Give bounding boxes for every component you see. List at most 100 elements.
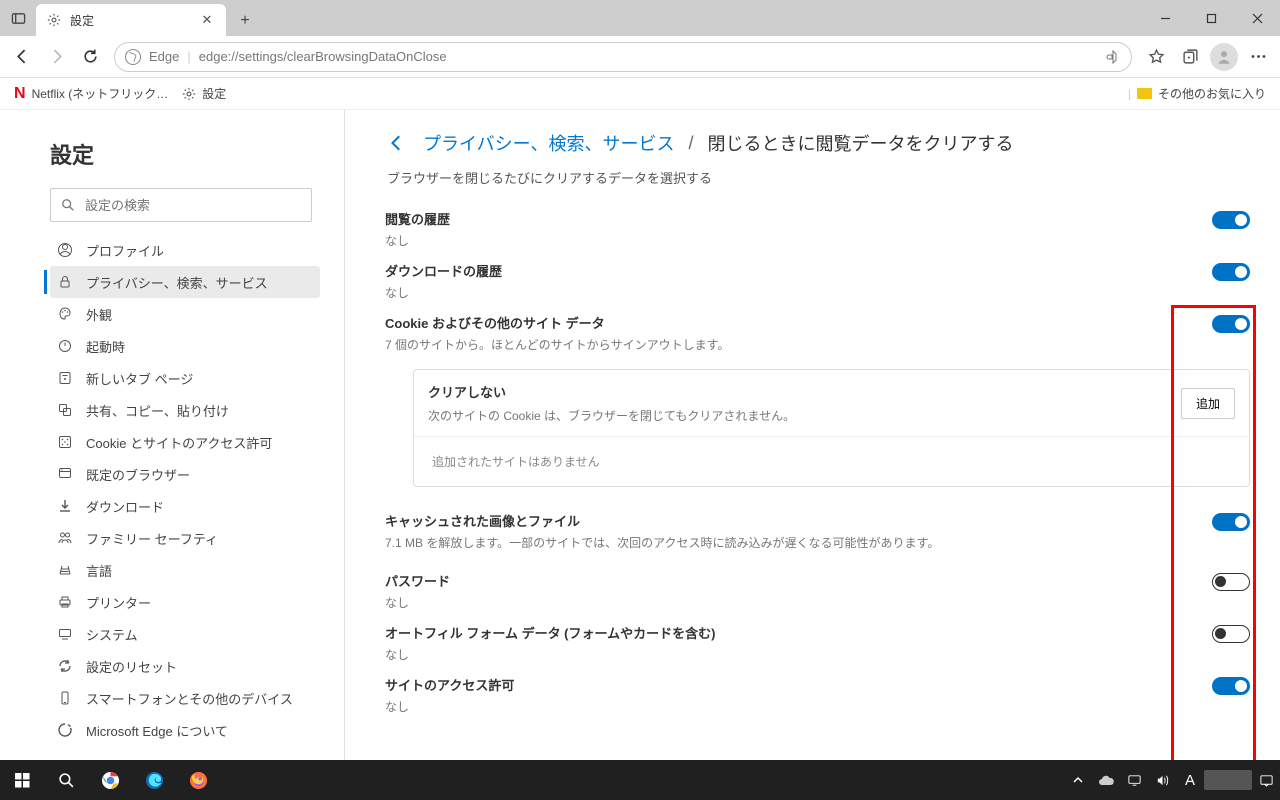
sidebar-icon — [56, 657, 74, 675]
window-titlebar: 設定 ✕ + — [0, 0, 1280, 36]
sidebar-item-0[interactable]: プロファイル — [50, 234, 320, 266]
settings-search-input[interactable] — [85, 198, 301, 213]
read-aloud-icon[interactable] — [1105, 49, 1121, 65]
settings-search[interactable] — [50, 188, 312, 222]
sidebar-icon — [56, 465, 74, 483]
window-maximize-button[interactable] — [1188, 0, 1234, 36]
sidebar-icon — [56, 433, 74, 451]
tab-actions-button[interactable] — [0, 0, 36, 36]
bookmark-settings[interactable]: 設定 — [182, 85, 226, 102]
taskbar-search-button[interactable] — [44, 760, 88, 800]
breadcrumb-back-button[interactable] — [385, 131, 409, 155]
tray-onedrive-icon[interactable] — [1092, 760, 1120, 800]
search-icon — [61, 198, 75, 212]
sidebar-icon — [56, 625, 74, 643]
nav-forward-button[interactable] — [40, 41, 72, 73]
favorites-button[interactable] — [1140, 41, 1172, 73]
tray-chevron-icon[interactable] — [1064, 760, 1092, 800]
setting-row-3: キャッシュされた画像とファイル 7.1 MB を解放します。一部のサイトでは、次回… — [385, 505, 1250, 557]
setting-title: パスワード — [385, 571, 1212, 590]
setting-toggle[interactable] — [1212, 263, 1250, 281]
sidebar-icon — [56, 497, 74, 515]
setting-desc: なし — [385, 594, 1212, 611]
breadcrumb-link[interactable]: プライバシー、検索、サービス — [423, 130, 674, 156]
sidebar-item-8[interactable]: ダウンロード — [50, 490, 320, 522]
sidebar-item-15[interactable]: Microsoft Edge について — [50, 714, 320, 746]
bookmark-netflix[interactable]: N Netflix (ネットフリック… — [14, 85, 168, 103]
setting-row-4: パスワードなし — [385, 565, 1250, 617]
tab-close-button[interactable]: ✕ — [198, 11, 216, 29]
exclude-desc: 次のサイトの Cookie は、ブラウザーを閉じてもクリアされません。 — [428, 407, 1181, 424]
sidebar-icon — [56, 593, 74, 611]
tray-ime[interactable]: A — [1176, 760, 1204, 800]
sidebar-item-7[interactable]: 既定のブラウザー — [50, 458, 320, 490]
sidebar-icon — [56, 337, 74, 355]
annotation-highlight — [1171, 305, 1256, 760]
setting-desc: 7 個のサイトから。ほとんどのサイトからサインアウトします。 — [385, 336, 1212, 353]
sidebar-item-10[interactable]: 言語 — [50, 554, 320, 586]
browser-toolbar: Edge | edge://settings/clearBrowsingData… — [0, 36, 1280, 78]
sidebar-icon — [56, 689, 74, 707]
setting-desc: 7.1 MB を解放します。一部のサイトでは、次回のアクセス時に読み込みが遅くな… — [385, 534, 1212, 551]
bookmarks-divider: | — [1128, 87, 1131, 101]
exclude-box: クリアしない次のサイトの Cookie は、ブラウザーを閉じてもクリアされません… — [413, 369, 1250, 487]
start-button[interactable] — [0, 760, 44, 800]
breadcrumb-current: 閉じるときに閲覧データをクリアする — [707, 130, 1013, 156]
sidebar-item-13[interactable]: 設定のリセット — [50, 650, 320, 682]
sidebar-title: 設定 — [50, 138, 320, 170]
setting-toggle[interactable] — [1212, 211, 1250, 229]
setting-row-6: サイトのアクセス許可なし — [385, 669, 1250, 721]
sidebar-icon — [56, 241, 74, 259]
sidebar-item-6[interactable]: Cookie とサイトのアクセス許可 — [50, 426, 320, 458]
nav-back-button[interactable] — [6, 41, 38, 73]
page-subheading: ブラウザーを閉じるたびにクリアするデータを選択する — [385, 168, 1250, 187]
sidebar-icon — [56, 401, 74, 419]
sidebar-item-12[interactable]: システム — [50, 618, 320, 650]
address-label: Edge — [149, 49, 179, 64]
sidebar-icon — [56, 561, 74, 579]
sidebar-icon — [56, 721, 74, 739]
sidebar-item-5[interactable]: 共有、コピー、貼り付け — [50, 394, 320, 426]
profile-button[interactable] — [1208, 41, 1240, 73]
folder-icon — [1137, 88, 1152, 99]
other-bookmarks[interactable]: その他のお気に入り — [1158, 85, 1266, 102]
collections-button[interactable] — [1174, 41, 1206, 73]
exclude-title: クリアしない — [428, 382, 1181, 401]
address-bar[interactable]: Edge | edge://settings/clearBrowsingData… — [114, 42, 1132, 72]
nav-refresh-button[interactable] — [74, 41, 106, 73]
tray-notifications-icon[interactable] — [1252, 760, 1280, 800]
menu-button[interactable] — [1242, 41, 1274, 73]
sidebar-item-11[interactable]: プリンター — [50, 586, 320, 618]
sidebar-icon — [56, 273, 74, 291]
settings-main: プライバシー、検索、サービス / 閉じるときに閲覧データをクリアする ブラウザー… — [345, 110, 1280, 760]
taskbar-firefox[interactable] — [176, 760, 220, 800]
address-url: edge://settings/clearBrowsingDataOnClose — [199, 49, 447, 64]
breadcrumb: プライバシー、検索、サービス / 閉じるときに閲覧データをクリアする — [385, 130, 1250, 156]
windows-taskbar: A — [0, 760, 1280, 800]
tray-network-icon[interactable] — [1120, 760, 1148, 800]
setting-title: Cookie およびその他のサイト データ — [385, 313, 1212, 332]
sidebar-item-1[interactable]: プライバシー、検索、サービス — [50, 266, 320, 298]
setting-row-0: 閲覧の履歴なし — [385, 203, 1250, 255]
sidebar-item-14[interactable]: スマートフォンとその他のデバイス — [50, 682, 320, 714]
sidebar-item-9[interactable]: ファミリー セーフティ — [50, 522, 320, 554]
browser-tab[interactable]: 設定 ✕ — [36, 4, 226, 36]
window-minimize-button[interactable] — [1142, 0, 1188, 36]
tray-volume-icon[interactable] — [1148, 760, 1176, 800]
taskbar-edge[interactable] — [132, 760, 176, 800]
sidebar-item-3[interactable]: 起動時 — [50, 330, 320, 362]
tray-clock[interactable] — [1204, 770, 1252, 790]
taskbar-chrome[interactable] — [88, 760, 132, 800]
setting-desc: なし — [385, 698, 1212, 715]
window-close-button[interactable] — [1234, 0, 1280, 36]
setting-title: キャッシュされた画像とファイル — [385, 511, 1212, 530]
setting-title: 閲覧の履歴 — [385, 209, 1212, 228]
bookmarks-bar: N Netflix (ネットフリック… 設定 | その他のお気に入り — [0, 78, 1280, 110]
new-tab-button[interactable]: + — [230, 6, 260, 36]
sidebar-icon — [56, 369, 74, 387]
setting-row-5: オートフィル フォーム データ (フォームやカードを含む)なし — [385, 617, 1250, 669]
setting-row-1: ダウンロードの履歴なし — [385, 255, 1250, 307]
exclude-empty: 追加されたサイトはありません — [414, 436, 1249, 486]
sidebar-item-2[interactable]: 外観 — [50, 298, 320, 330]
sidebar-item-4[interactable]: 新しいタブ ページ — [50, 362, 320, 394]
